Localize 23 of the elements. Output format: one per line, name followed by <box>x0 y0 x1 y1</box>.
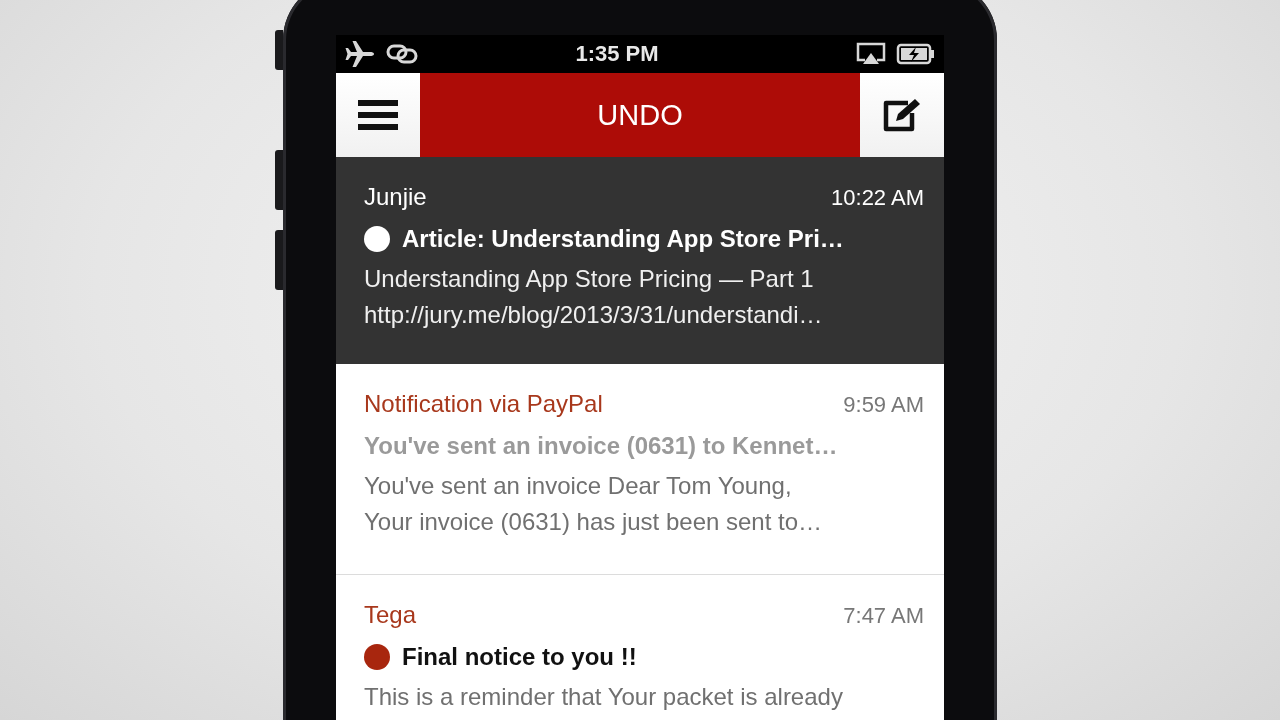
message-sender: Notification via PayPal <box>364 390 603 418</box>
menu-icon <box>358 99 398 131</box>
message-preview: This is a reminder that Your packet is already <box>364 683 844 711</box>
battery-charging-icon <box>896 42 936 66</box>
status-time: 1:35 PM <box>574 41 660 67</box>
airplay-icon <box>856 42 886 66</box>
link-icon <box>386 42 418 66</box>
message-time: 10:22 AM <box>831 185 924 211</box>
compose-icon <box>882 97 922 133</box>
message-sender: Tega <box>364 601 417 629</box>
message-time: 9:59 AM <box>843 392 924 418</box>
message-subject: You've sent an invoice (0631) to Kennet… <box>364 432 838 460</box>
message-subject: Final notice to you !! <box>402 643 637 671</box>
message-row[interactable]: Junjie 10:22 AM Article: Understanding App Store Pri… Understanding App Store Pricing — Part 1 http://jury.me/blog/2013/3/31/understandi… <box>336 157 944 364</box>
message-preview: Understanding App Store Pricing — Part 1 <box>364 265 815 293</box>
message-preview: http://jury.me/blog/2013/3/31/understandi… <box>364 301 824 329</box>
message-preview: You've sent an invoice Dear Tom Young, <box>364 472 793 500</box>
airplane-icon <box>344 39 376 69</box>
undo-banner[interactable]: UNDO <box>420 73 860 157</box>
message-subject: Article: Understanding App Store Pri… <box>402 225 844 253</box>
message-sender: Junjie <box>364 183 427 211</box>
message-time: 7:47 AM <box>843 603 924 629</box>
message-preview: Your invoice (0631) has just been sent to… <box>364 508 824 536</box>
